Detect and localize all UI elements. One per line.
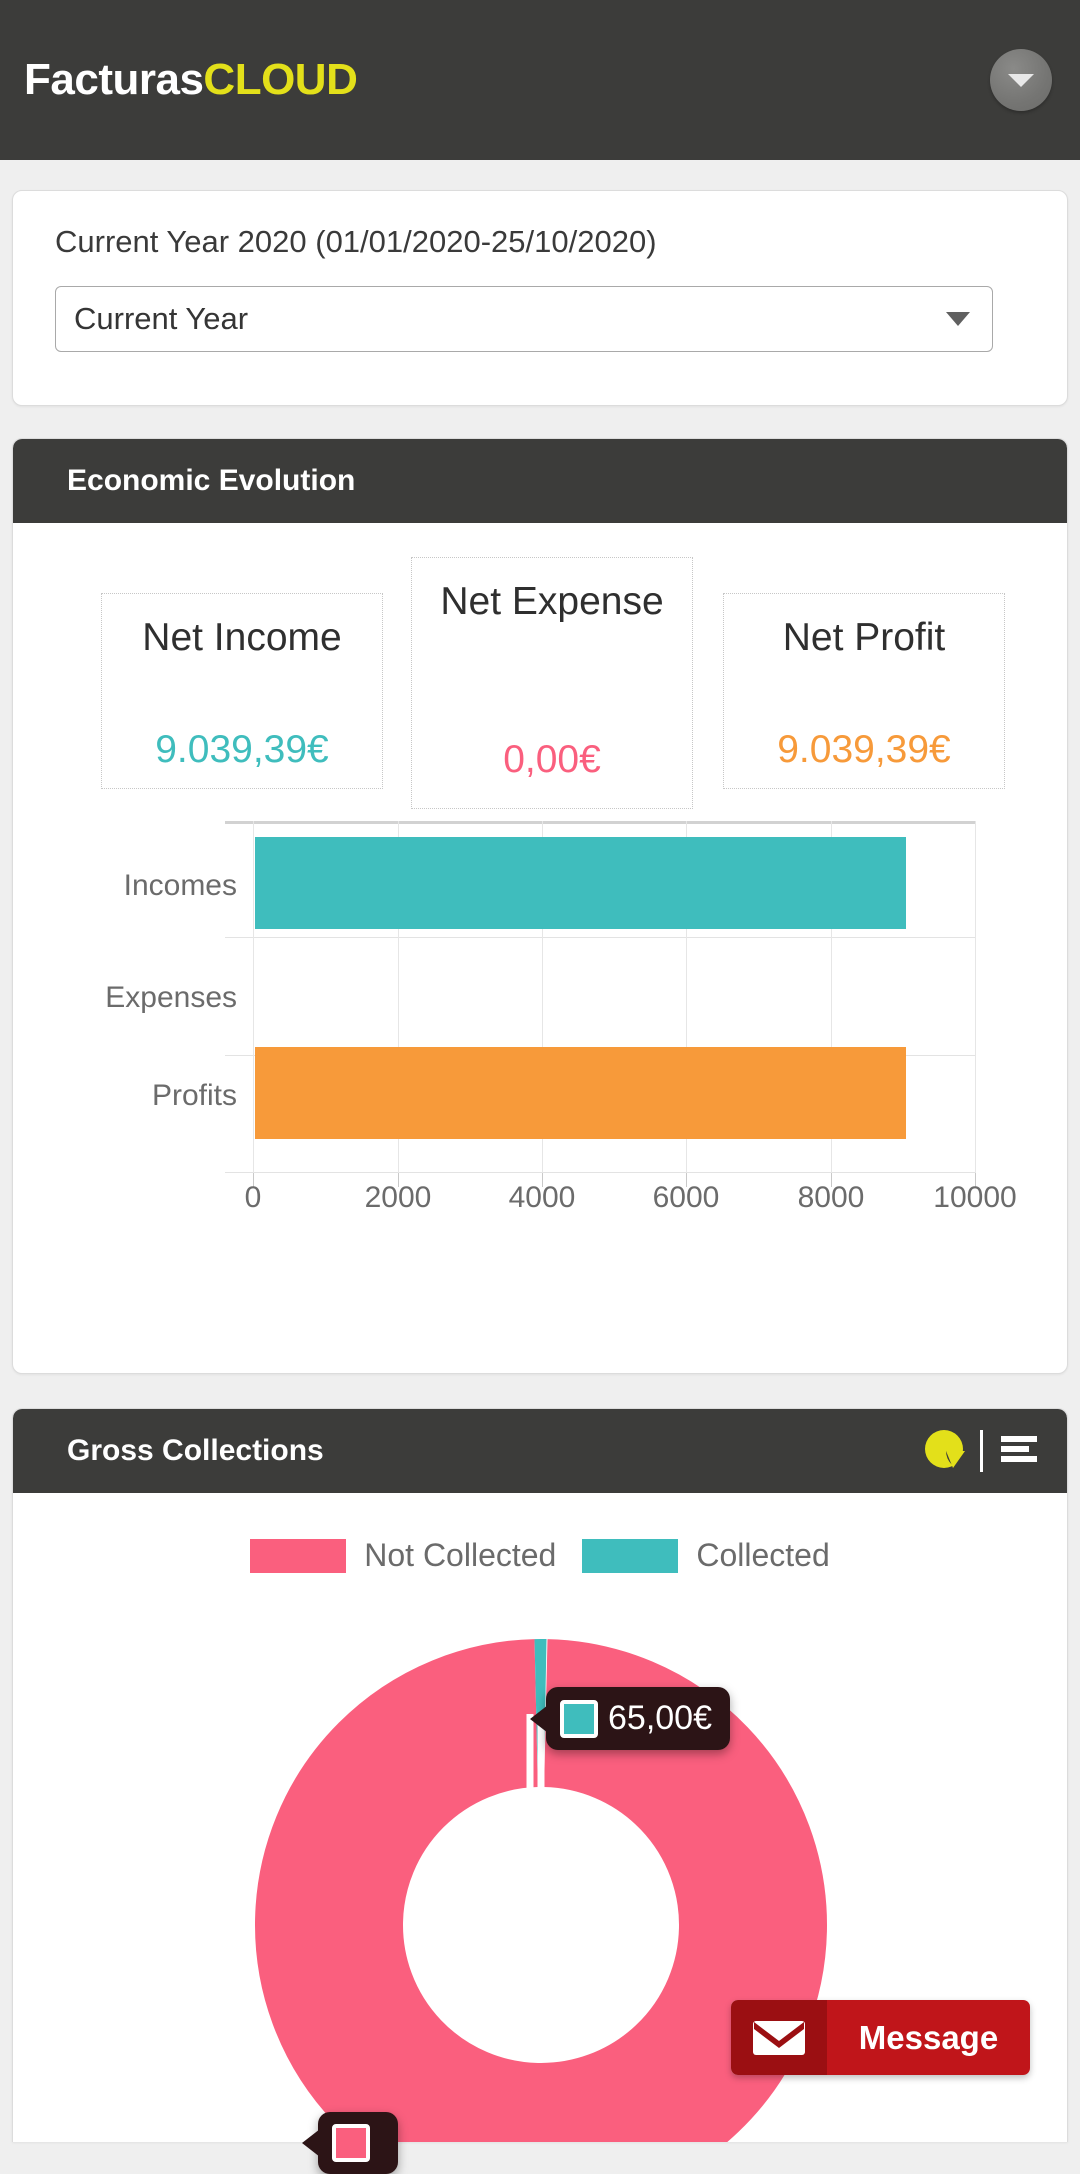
chart-view-toggle	[922, 1427, 1041, 1476]
legend-label: Not Collected	[364, 1537, 557, 1573]
x-axis-tick-label: 10000	[933, 1181, 1017, 1214]
legend-label: Collected	[696, 1537, 830, 1573]
chart-axis-line	[225, 1172, 975, 1173]
kpi-title: Net Profit	[782, 616, 946, 659]
list-view-icon[interactable]	[997, 1427, 1041, 1476]
tooltip-swatch	[560, 1699, 598, 1738]
tooltip-swatch	[332, 2124, 370, 2162]
envelope-icon	[731, 2000, 827, 2075]
donut-legend: Not Collected Collected	[13, 1493, 1067, 1574]
x-axis-tick-label: 6000	[652, 1181, 720, 1214]
app-header: FacturasCLOUD	[0, 0, 1080, 160]
economic-evolution-header: Economic Evolution	[13, 439, 1067, 523]
brand-name-secondary: CLOUD	[203, 55, 358, 104]
kpi-card-net-profit: Net Profit 9.039,39€	[723, 593, 1005, 789]
economic-evolution-panel: Economic Evolution Net Income 9.039,39€ …	[12, 438, 1068, 1374]
period-select[interactable]: Current Year	[55, 286, 993, 353]
brand-name-primary: Facturas	[24, 55, 204, 104]
message-button[interactable]: Message	[731, 2000, 1030, 2075]
legend-item-collected[interactable]: Collected	[582, 1537, 830, 1574]
tooltip-value: 65,00€	[608, 1699, 712, 1737]
kpi-row: Net Income 9.039,39€ Net Expense 0,00€ N…	[13, 545, 1067, 809]
period-select-value: Current Year	[74, 301, 249, 337]
pie-chart-icon[interactable]	[922, 1427, 966, 1476]
x-axis-tick-label: 2000	[364, 1181, 432, 1214]
chart-top-rule	[225, 821, 975, 824]
kpi-value: 9.039,39€	[155, 728, 329, 771]
kpi-card-net-income: Net Income 9.039,39€	[101, 593, 383, 789]
panel-title: Economic Evolution	[67, 464, 356, 497]
toolbar-divider	[980, 1430, 983, 1472]
legend-item-not-collected[interactable]: Not Collected	[250, 1537, 556, 1574]
message-button-body: Message	[827, 2000, 1030, 2075]
donut-tooltip-collected: 65,00€	[546, 1687, 730, 1750]
bar-category-label: Incomes	[123, 869, 237, 902]
kpi-card-net-expense: Net Expense 0,00€	[411, 557, 693, 809]
x-axis-tick-label: 8000	[797, 1181, 865, 1214]
date-range-label: Current Year 2020 (01/01/2020-25/10/2020…	[55, 224, 657, 259]
app-logo: FacturasCLOUD	[24, 55, 358, 104]
bar-category-label: Profits	[151, 1079, 237, 1112]
kpi-title: Net Expense	[440, 580, 664, 623]
chart-gridline	[975, 821, 976, 1173]
kpi-value: 0,00€	[503, 738, 601, 781]
chart-gridline	[225, 937, 975, 938]
message-button-label: Message	[858, 2018, 999, 2056]
donut-tooltip-not-collected	[318, 2112, 398, 2174]
legend-swatch	[582, 1538, 679, 1573]
kpi-value: 9.039,39€	[777, 728, 951, 771]
bar-category-label: Expenses	[105, 981, 237, 1014]
bar-profits	[255, 1047, 906, 1139]
period-filter-panel: Current Year 2020 (01/01/2020-25/10/2020…	[12, 190, 1068, 406]
x-axis-tick-label: 0	[244, 1181, 262, 1214]
x-axis-tick-label: 4000	[508, 1181, 576, 1214]
chevron-down-icon	[946, 312, 970, 327]
user-menu-button[interactable]	[990, 49, 1052, 111]
kpi-title: Net Income	[142, 616, 342, 659]
chart-gridline	[253, 821, 254, 1173]
economic-evolution-bar-chart: Incomes Expenses Profits 0 2000 4000 600…	[13, 799, 1067, 1359]
gross-collections-header: Gross Collections	[13, 1409, 1067, 1493]
chevron-down-icon	[1008, 73, 1034, 87]
panel-title: Gross Collections	[67, 1434, 324, 1467]
legend-swatch	[250, 1538, 347, 1573]
bar-incomes	[255, 837, 906, 929]
